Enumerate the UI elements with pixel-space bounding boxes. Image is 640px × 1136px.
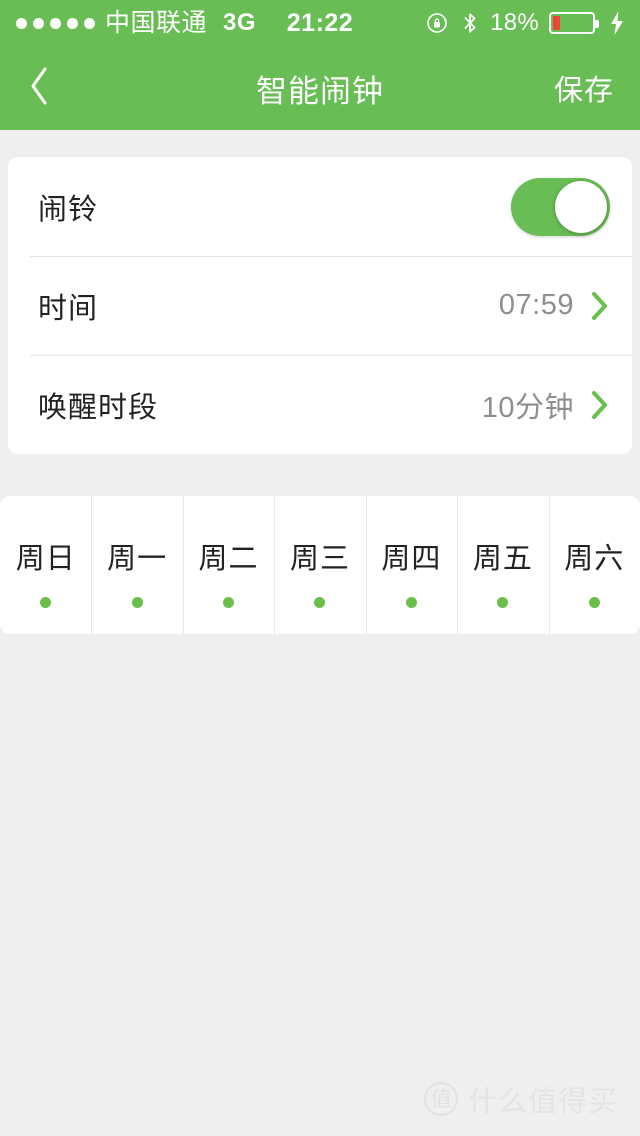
weekday-cell[interactable]: 周四 (365, 496, 457, 634)
navigation-bar: 智能闹钟 保存 (0, 46, 640, 130)
watermark-text: 什么值得买 (467, 1086, 618, 1118)
setting-label-time: 时间 (38, 292, 99, 325)
status-bar-left: 中国联通 3G (16, 8, 257, 37)
weekday-label: 周二 (198, 542, 259, 575)
weekday-selected-dot (223, 596, 235, 608)
settings-card: 闹铃 时间 07:59 唤醒时段 10分钟 (8, 157, 632, 454)
weekday-selected-dot (314, 596, 326, 608)
battery-icon (549, 12, 599, 34)
weekday-cell[interactable]: 周六 (548, 496, 640, 634)
setting-label-alarm: 闹铃 (38, 193, 99, 226)
setting-label-wake-window: 唤醒时段 (38, 391, 159, 424)
setting-value-wake-window: 10分钟 (481, 391, 574, 424)
weekday-selected-dot (588, 596, 600, 608)
setting-control-wake-window: 10分钟 (482, 384, 610, 426)
weekday-cell[interactable]: 周三 (274, 496, 365, 634)
weekday-label: 周一 (107, 542, 168, 575)
weekday-selector: 周日 周一 周二 周三 周四 周五 周六 (0, 496, 640, 634)
carrier-name: 中国联通 (105, 8, 208, 37)
battery-percent: 18% (490, 9, 539, 36)
weekday-selected-dot (131, 596, 143, 608)
setting-value-time: 07:59 (498, 289, 574, 321)
save-button[interactable]: 保存 (554, 67, 614, 109)
alarm-toggle-knob (555, 180, 607, 233)
weekday-selected-dot (40, 596, 52, 608)
setting-row-wake-window[interactable]: 唤醒时段 10分钟 (8, 355, 632, 454)
status-bar: 中国联通 3G 21:22 18% (0, 0, 640, 46)
alarm-toggle[interactable] (511, 177, 610, 236)
chevron-right-icon (590, 389, 610, 421)
weekday-label: 周六 (564, 542, 625, 575)
chevron-right-icon (590, 290, 610, 322)
watermark-logo-icon: 值 (423, 1082, 458, 1116)
network-type: 3G (223, 9, 257, 36)
weekday-label: 周三 (289, 542, 350, 575)
lightning-bolt-icon (605, 11, 624, 35)
weekday-label: 周日 (15, 542, 76, 575)
weekday-selected-dot (497, 596, 509, 608)
status-bar-right: 18% (426, 11, 624, 35)
watermark: 值 什么值得买 (423, 1078, 618, 1120)
bluetooth-icon (460, 11, 480, 35)
setting-control-alarm (511, 177, 610, 236)
setting-control-time: 07:59 (499, 289, 610, 322)
weekday-selected-dot (405, 596, 417, 608)
setting-row-alarm[interactable]: 闹铃 (8, 157, 632, 256)
weekday-label: 周四 (381, 542, 442, 575)
rotation-lock-icon (426, 11, 450, 35)
chevron-left-icon (26, 64, 52, 113)
signal-strength-icon (16, 17, 95, 29)
back-button[interactable] (26, 62, 70, 114)
weekday-cell[interactable]: 周五 (457, 496, 548, 634)
battery-fill (553, 16, 560, 30)
weekday-cell[interactable]: 周日 (0, 496, 91, 634)
weekday-cell[interactable]: 周一 (91, 496, 182, 634)
page-title: 智能闹钟 (256, 73, 384, 109)
weekday-label: 周五 (472, 542, 533, 575)
setting-row-time[interactable]: 时间 07:59 (8, 256, 632, 355)
weekday-cell[interactable]: 周二 (182, 496, 274, 634)
